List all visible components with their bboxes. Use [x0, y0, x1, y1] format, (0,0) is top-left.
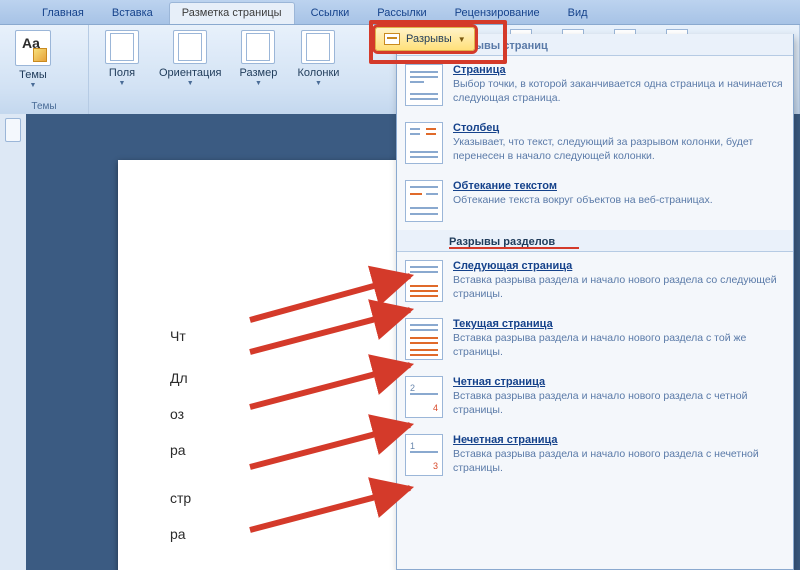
- size-icon: [241, 30, 275, 64]
- menu-item-desc: Выбор точки, в которой заканчивается одн…: [453, 78, 783, 105]
- menu-text: Столбец Указывает, что текст, следующий …: [453, 122, 783, 164]
- tab-references[interactable]: Ссылки: [299, 3, 362, 24]
- group-themes: Aa Темы ▼ Темы: [0, 25, 89, 115]
- chevron-down-icon: ▼: [255, 80, 262, 87]
- menu-item-desc: Обтекание текста вокруг объектов на веб-…: [453, 194, 783, 208]
- margins-icon: [105, 30, 139, 64]
- tab-home[interactable]: Главная: [30, 3, 96, 24]
- app-window: Главная Вставка Разметка страницы Ссылки…: [0, 0, 800, 570]
- doc-text: Чт: [170, 328, 186, 344]
- menu-item-title: Страница: [453, 64, 783, 76]
- doc-text: оз: [170, 406, 184, 422]
- chevron-down-icon: ▼: [30, 82, 37, 89]
- columns-button[interactable]: Колонки ▼: [291, 28, 345, 89]
- margins-button[interactable]: Поля ▼: [95, 28, 149, 89]
- menu-item-desc: Вставка разрыва раздела и начало нового …: [453, 274, 783, 301]
- next-page-icon: [405, 260, 443, 302]
- menu-item-title: Следующая страница: [453, 260, 783, 272]
- tab-view[interactable]: Вид: [556, 3, 600, 24]
- menu-item-title: Нечетная страница: [453, 434, 783, 446]
- menu-text: Нечетная страница Вставка разрыва раздел…: [453, 434, 783, 476]
- continuous-icon: [405, 318, 443, 360]
- menu-item-desc: Указывает, что текст, следующий за разры…: [453, 136, 783, 163]
- menu-item-title: Обтекание текстом: [453, 180, 783, 192]
- chevron-down-icon: ▼: [187, 80, 194, 87]
- themes-button[interactable]: Aa Темы ▼: [6, 28, 60, 91]
- menu-item-desc: Вставка разрыва раздела и начало нового …: [453, 390, 783, 417]
- column-break-icon: [405, 122, 443, 164]
- breaks-dropdown-button[interactable]: Разрывы ▼: [375, 27, 475, 51]
- breaks-icon: [384, 33, 400, 45]
- menu-text: Следующая страница Вставка разрыва разде…: [453, 260, 783, 302]
- menu-text: Страница Выбор точки, в которой заканчив…: [453, 64, 783, 106]
- chevron-down-icon: ▼: [315, 80, 322, 87]
- page-break-icon: [405, 64, 443, 106]
- doc-text: Дл: [170, 370, 188, 386]
- text-wrapping-icon: [405, 180, 443, 222]
- ruler-toggle[interactable]: [5, 118, 21, 142]
- doc-text: ра: [170, 442, 186, 458]
- menu-item-page[interactable]: Страница Выбор точки, в которой заканчив…: [397, 56, 793, 114]
- chevron-down-icon: ▼: [458, 35, 466, 44]
- group-label-themes: Темы: [6, 99, 82, 115]
- menu-item-column[interactable]: Столбец Указывает, что текст, следующий …: [397, 114, 793, 172]
- odd-page-icon: 1 3: [405, 434, 443, 476]
- even-page-icon: 2 4: [405, 376, 443, 418]
- breaks-dropdown-menu: Разрывы страниц Страница Выбор точки, в …: [396, 34, 794, 570]
- menu-item-title: Четная страница: [453, 376, 783, 388]
- menu-text: Четная страница Вставка разрыва раздела …: [453, 376, 783, 418]
- chevron-down-icon: ▼: [119, 80, 126, 87]
- themes-label: Темы: [19, 69, 47, 81]
- menu-item-desc: Вставка разрыва раздела и начало нового …: [453, 332, 783, 359]
- menu-item-text-wrapping[interactable]: Обтекание текстом Обтекание текста вокру…: [397, 172, 793, 230]
- document-page[interactable]: Чт Дл оз ра стр ра: [118, 160, 418, 570]
- vertical-ruler: [0, 114, 27, 570]
- size-button[interactable]: Размер ▼: [231, 28, 285, 89]
- menu-item-title: Текущая страница: [453, 318, 783, 330]
- themes-icon: Aa: [15, 30, 51, 66]
- menu-item-desc: Вставка разрыва раздела и начало нового …: [453, 448, 783, 475]
- menu-item-odd-page[interactable]: 1 3 Нечетная страница Вставка разрыва ра…: [397, 426, 793, 484]
- menu-item-even-page[interactable]: 2 4 Четная страница Вставка разрыва разд…: [397, 368, 793, 426]
- menu-section-section-breaks: Разрывы разделов: [397, 230, 793, 252]
- tab-insert[interactable]: Вставка: [100, 3, 165, 24]
- doc-text: ра: [170, 526, 186, 542]
- orientation-button[interactable]: Ориентация ▼: [155, 28, 225, 89]
- menu-item-next-page[interactable]: Следующая страница Вставка разрыва разде…: [397, 252, 793, 310]
- tab-page-layout[interactable]: Разметка страницы: [169, 2, 295, 24]
- doc-text: стр: [170, 490, 191, 506]
- menu-item-title: Столбец: [453, 122, 783, 134]
- menu-item-continuous[interactable]: Текущая страница Вставка разрыва раздела…: [397, 310, 793, 368]
- orientation-icon: [173, 30, 207, 64]
- menu-text: Текущая страница Вставка разрыва раздела…: [453, 318, 783, 360]
- breaks-label: Разрывы: [406, 33, 452, 45]
- menu-text: Обтекание текстом Обтекание текста вокру…: [453, 180, 783, 222]
- columns-icon: [301, 30, 335, 64]
